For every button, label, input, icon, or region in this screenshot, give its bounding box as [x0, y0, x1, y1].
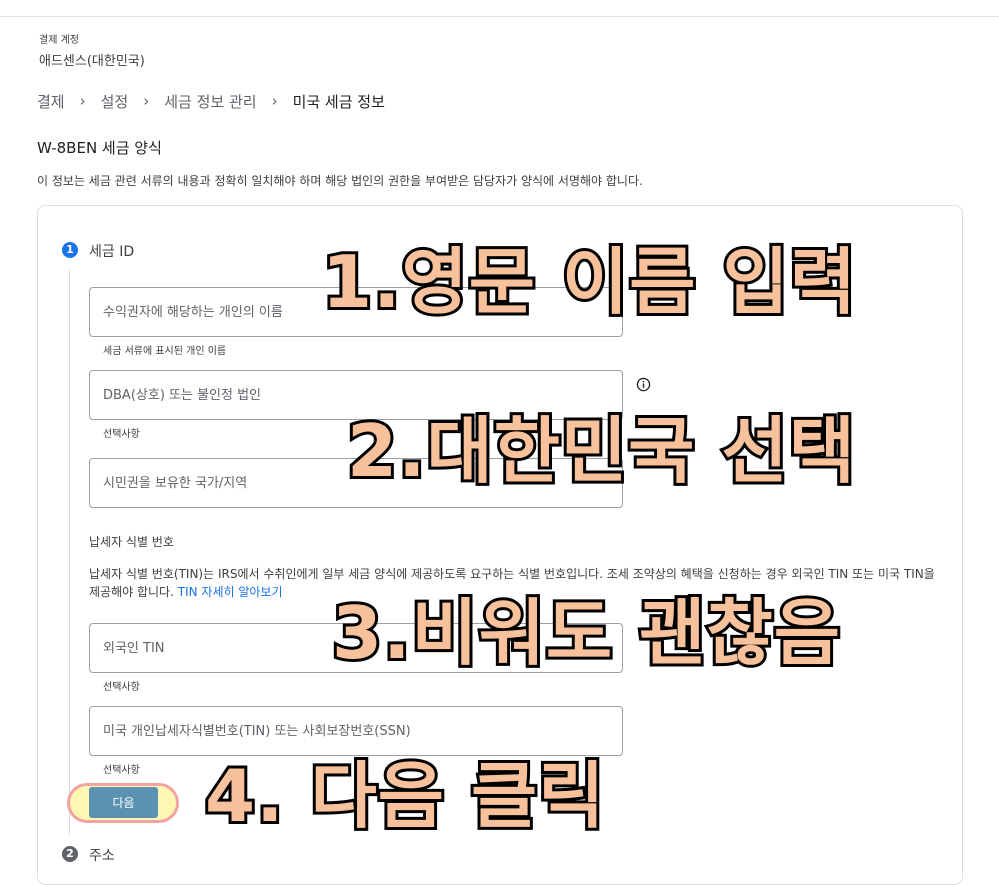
- tin-section-label: 납세자 식별 번호: [89, 535, 174, 549]
- form-description: 이 정보는 세금 관련 서류의 내용과 정확히 일치해야 하며 해당 법인의 권…: [37, 174, 643, 188]
- annotation-enter-english-name: 1.영문 이름 입력: [319, 240, 859, 324]
- dba-hint: 선택사항: [103, 429, 140, 440]
- top-divider: [0, 16, 999, 17]
- breadcrumb: 결제 › 설정 › 세금 정보 관리 › 미국 세금 정보: [37, 90, 385, 112]
- us-tin-input[interactable]: [89, 706, 623, 756]
- breadcrumb-us-tax-info: 미국 세금 정보: [292, 92, 385, 111]
- billing-account-label: 결제 계정: [39, 35, 79, 46]
- tin-learn-more-link[interactable]: TIN 자세히 알아보기: [178, 585, 283, 599]
- annotation-select-korea: 2.대한민국 선택: [344, 409, 858, 493]
- step-1-title[interactable]: 세금 ID: [89, 241, 134, 261]
- annotation-click-next: 4. 다음 클릭: [202, 754, 608, 838]
- breadcrumb-billing[interactable]: 결제: [37, 91, 65, 112]
- page-title: W-8BEN 세금 양식: [37, 139, 162, 157]
- info-icon[interactable]: [636, 377, 651, 392]
- annotation-may-leave-blank: 3.비워도 괜찮음: [329, 591, 843, 675]
- step-2-badge: 2: [62, 846, 78, 862]
- step-connector-line: [69, 270, 70, 835]
- foreign-tin-hint: 선택사항: [103, 682, 140, 693]
- chevron-right-icon: ›: [79, 92, 86, 110]
- us-tin-hint: 선택사항: [103, 765, 140, 776]
- breadcrumb-settings[interactable]: 설정: [101, 91, 129, 112]
- breadcrumb-tax-info[interactable]: 세금 정보 관리: [164, 91, 256, 112]
- next-button[interactable]: 다음: [89, 787, 158, 818]
- name-hint: 세금 서류에 표시된 개인 이름: [103, 346, 227, 357]
- billing-account-name: 애드센스(대한민국): [39, 54, 145, 69]
- chevron-right-icon: ›: [271, 92, 278, 110]
- step-2-title[interactable]: 주소: [89, 845, 115, 865]
- step-1-badge: 1: [62, 242, 78, 258]
- chevron-right-icon: ›: [143, 92, 150, 110]
